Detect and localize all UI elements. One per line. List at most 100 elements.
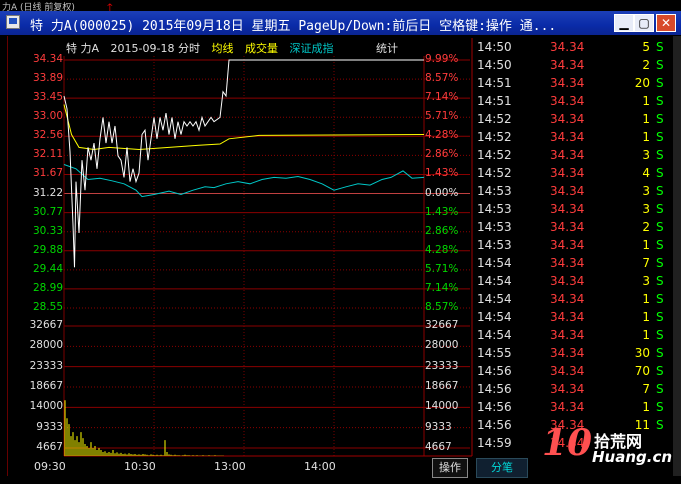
volume-tick-label: 23333	[425, 359, 459, 372]
tick-time: 14:53	[477, 220, 512, 234]
price-tick-label: 33.00	[32, 110, 63, 123]
tick-row: 14:53 34.34 3 S	[474, 182, 673, 200]
tick-price: 34.34	[550, 58, 585, 72]
volume-tick-label: 32667	[425, 319, 459, 331]
tick-time: 14:56	[477, 364, 512, 378]
tick-time: 14:50	[477, 58, 512, 72]
tick-volume: 20	[634, 76, 650, 90]
tick-volume: 1	[642, 292, 650, 306]
volume-tick-label: 28000	[425, 339, 459, 352]
tick-direction: S	[656, 40, 664, 54]
tick-time: 14:50	[477, 40, 512, 54]
volume-tick-label: 4667	[425, 441, 452, 453]
tick-row: 14:53 34.34 3 S	[474, 200, 673, 218]
tick-volume: 1	[642, 400, 650, 414]
tick-direction: S	[656, 346, 664, 360]
tick-row: 14:54 34.34 3 S	[474, 272, 673, 290]
tick-time: 14:54	[477, 292, 512, 306]
tick-volume: 1	[642, 238, 650, 252]
pct-tick-label: 2.86%	[425, 148, 459, 161]
time-tick: 10:30	[124, 460, 156, 473]
volume-tick-label: 32667	[29, 319, 63, 331]
tick-price: 34.34	[550, 166, 585, 180]
tick-row: 14:54 34.34 1 S	[474, 290, 673, 308]
tick-time: 14:54	[477, 274, 512, 288]
volume-tick-label: 14000	[29, 400, 63, 413]
operate-button[interactable]: 操作	[432, 458, 468, 478]
tick-volume: 1	[642, 328, 650, 342]
tick-time: 14:51	[477, 76, 512, 90]
tick-row: 14:52 34.34 1 S	[474, 110, 673, 128]
tick-direction: S	[656, 292, 664, 306]
tick-row: 14:54 34.34 1 S	[474, 326, 673, 344]
price-tick-label: 29.88	[32, 243, 63, 256]
tick-price: 34.34	[550, 292, 585, 306]
pct-tick-label: 5.71%	[425, 262, 459, 275]
tick-volume: 2	[642, 220, 650, 234]
tick-price: 34.34	[550, 148, 585, 162]
pct-tick-label: 9.99%	[425, 53, 459, 65]
volume-tick-label: 9333	[36, 420, 63, 433]
tick-direction: S	[656, 112, 664, 126]
tick-volume: 2	[642, 58, 650, 72]
tick-volume: 1	[642, 310, 650, 324]
tick-direction: S	[656, 184, 664, 198]
tick-price: 34.34	[550, 238, 585, 252]
price-tick-label: 34.34	[32, 53, 63, 65]
pct-tick-label: 8.57%	[425, 72, 459, 85]
price-tick-label: 28.55	[32, 301, 63, 313]
pct-tick-label: 1.43%	[425, 205, 459, 218]
price-tick-label: 33.45	[32, 91, 63, 104]
tick-direction: S	[656, 76, 664, 90]
tick-price: 34.34	[550, 364, 585, 378]
tick-row: 14:54 34.34 7 S	[474, 254, 673, 272]
tick-time: 14:53	[477, 202, 512, 216]
tick-time: 14:52	[477, 148, 512, 162]
tick-time: 14:53	[477, 184, 512, 198]
watermark-url: Huang.cn	[592, 448, 673, 466]
tick-price: 34.34	[550, 310, 585, 324]
tick-direction: S	[656, 166, 664, 180]
price-tick-label: 30.33	[32, 224, 63, 237]
tick-row: 14:56 34.34 1 S	[474, 398, 673, 416]
tick-time: 14:54	[477, 256, 512, 270]
tick-price: 34.34	[550, 220, 585, 234]
tick-direction: S	[656, 364, 664, 378]
tick-direction: S	[656, 94, 664, 108]
tick-row: 14:52 34.34 1 S	[474, 128, 673, 146]
tick-volume: 1	[642, 130, 650, 144]
pct-tick-label: 4.28%	[425, 129, 459, 142]
volume-tick-label: 4667	[36, 441, 63, 453]
tick-direction: S	[656, 328, 664, 342]
chart-grid	[63, 38, 473, 457]
tick-price: 34.34	[550, 274, 585, 288]
tick-row: 14:52 34.34 3 S	[474, 146, 673, 164]
tick-volume: 30	[634, 346, 650, 360]
volume-tick-label: 9333	[425, 420, 452, 433]
tick-volume: 3	[642, 184, 650, 198]
tick-time: 14:56	[477, 418, 512, 432]
time-tick: 13:00	[214, 460, 246, 473]
tick-price: 34.34	[550, 328, 585, 342]
volume-tick-label: 18667	[29, 380, 63, 392]
avg-line	[63, 104, 425, 151]
tick-time: 14:52	[477, 130, 512, 144]
tick-time: 14:56	[477, 382, 512, 396]
tick-price: 34.34	[550, 76, 585, 90]
tick-direction: S	[656, 58, 664, 72]
tick-row: 14:56 34.34 7 S	[474, 380, 673, 398]
tick-row: 14:51 34.34 1 S	[474, 92, 673, 110]
tick-row: 14:55 34.34 30 S	[474, 344, 673, 362]
tick-volume: 5	[642, 40, 650, 54]
tick-price: 34.34	[550, 382, 585, 396]
tick-direction: S	[656, 202, 664, 216]
tick-price: 34.34	[550, 130, 585, 144]
tick-row: 14:50 34.34 2 S	[474, 56, 673, 74]
tick-volume: 3	[642, 202, 650, 216]
tick-price: 34.34	[550, 202, 585, 216]
tick-time: 14:53	[477, 238, 512, 252]
price-tick-label: 30.77	[32, 205, 63, 218]
tab-ticks[interactable]: 分笔	[476, 458, 528, 478]
tick-price: 34.34	[550, 112, 585, 126]
tick-row: 14:56 34.34 70 S	[474, 362, 673, 380]
